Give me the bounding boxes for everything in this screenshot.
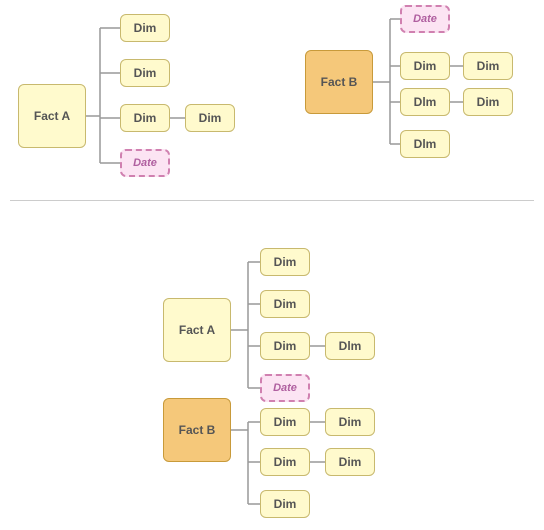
- dim-tl-4: Dim: [185, 104, 235, 132]
- date-tr: Date: [400, 5, 450, 33]
- dim-tl-1: Dim: [120, 14, 170, 42]
- dim-tl-2: Dim: [120, 59, 170, 87]
- dim-b-6: Dim: [325, 408, 375, 436]
- dim-b-2: Dim: [260, 290, 310, 318]
- divider: [10, 200, 534, 201]
- date-tl: Date: [120, 149, 170, 177]
- dim-b-8: Dim: [325, 448, 375, 476]
- dim-b-1: Dim: [260, 248, 310, 276]
- dim-tr-2: Dim: [463, 52, 513, 80]
- fact-b-top-right: Fact B: [305, 50, 373, 114]
- dim-b-7: Dim: [260, 448, 310, 476]
- dim-b-9: Dim: [260, 490, 310, 518]
- diagram-canvas: Fact A Dim Dim Dim Dim Date Fact B Date …: [0, 0, 544, 530]
- fact-b-bottom: Fact B: [163, 398, 231, 462]
- dim-tr-1: Dim: [400, 52, 450, 80]
- fact-a-bottom: Fact A: [163, 298, 231, 362]
- fact-a-top-left: Fact A: [18, 84, 86, 148]
- dim-b-4: Dlm: [325, 332, 375, 360]
- dim-tr-4: Dim: [463, 88, 513, 116]
- dim-tr-3: Dlm: [400, 88, 450, 116]
- dim-b-5: Dim: [260, 408, 310, 436]
- dim-b-3: Dim: [260, 332, 310, 360]
- dim-tr-5: Dlm: [400, 130, 450, 158]
- date-b: Date: [260, 374, 310, 402]
- dim-tl-3: Dim: [120, 104, 170, 132]
